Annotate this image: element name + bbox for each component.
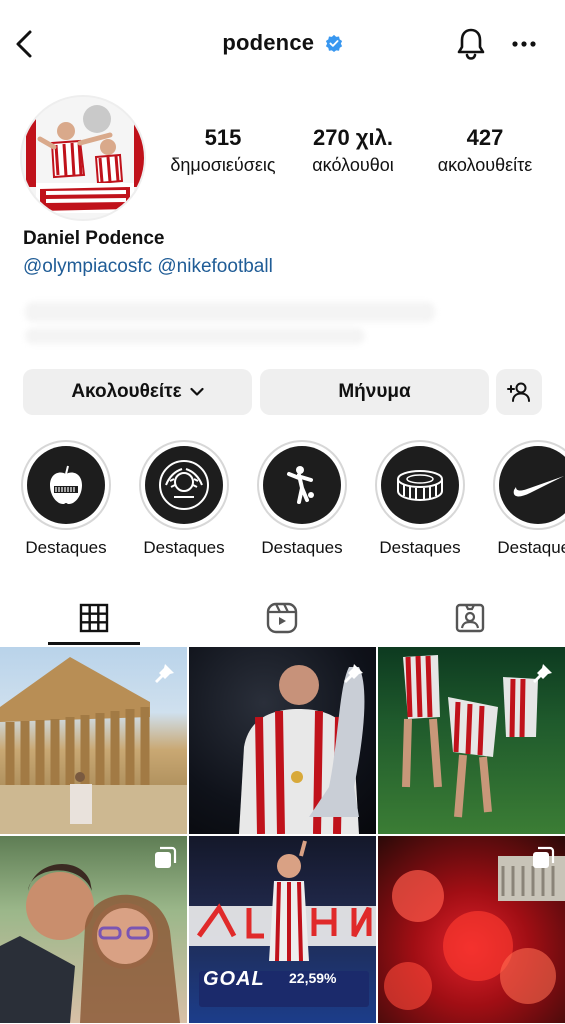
followers-stat[interactable]: 270 χιλ. ακόλουθοι [298,125,408,176]
highlight-ring [375,440,465,530]
following-count: 427 [466,125,504,150]
pin-icon [344,660,363,683]
carousel-icon [155,846,177,868]
post-thumbnail[interactable] [378,836,565,1023]
top-bar: podence [0,0,565,90]
highlight-label: Destaques [497,538,565,557]
chevron-down-icon [190,387,204,396]
post-thumbnail[interactable] [0,836,187,1023]
posts-count: 515 [204,125,242,150]
highlight-label: Destaques [25,538,107,557]
highlight-ring [139,440,229,530]
bell-icon[interactable] [455,26,487,62]
highlight-cover [27,446,105,524]
nike-swoosh-icon [513,476,564,497]
following-label: ακολουθείτε [437,155,533,175]
highlight-cover [145,446,223,524]
message-button[interactable]: Μήνυμα [260,369,489,415]
stadium-icon [397,470,443,502]
posts-label: δημοσιεύσεις [170,155,276,175]
highlight-label: Destaques [143,538,225,557]
blurred-bio-line [25,302,435,322]
highlight-ring [257,440,347,530]
add-person-button[interactable] [496,369,542,415]
pin-icon [155,660,174,683]
posts-stat[interactable]: 515 δημοσιεύσεις [160,125,286,176]
post-thumbnail[interactable] [0,647,187,834]
player-icon [287,466,314,504]
olympiacos-crest-icon [159,460,209,510]
more-icon[interactable] [510,30,538,58]
goal-percentage: 22,59% [289,970,337,986]
bio-link-olympiacosfc[interactable]: @olympiacosfc [23,256,152,277]
highlight-item[interactable]: Destaques [480,440,565,558]
highlight-item[interactable]: Destaques [244,440,360,558]
pin-icon [533,660,552,683]
posts-grid: GOAL 22,59% [0,647,565,1024]
message-button-label: Μήνυμα [338,381,411,402]
highlight-ring [493,440,565,530]
tagged-icon [455,603,485,633]
highlight-cover [263,446,341,524]
post-thumbnail[interactable]: GOAL 22,59% [189,836,376,1023]
following-button-label: Ακολουθείτε [71,381,182,402]
following-button[interactable]: Ακολουθείτε [23,369,252,415]
tab-tagged[interactable] [376,590,564,646]
profile-tabs [0,590,565,646]
tab-reels[interactable] [188,590,376,646]
username-title: podence [222,30,315,55]
grid-icon [79,603,109,633]
highlight-label: Destaques [379,538,461,557]
highlight-cover [499,446,565,524]
following-stat[interactable]: 427 ακολουθείτε [420,125,550,176]
add-person-icon [507,382,530,402]
post-thumbnail[interactable] [189,647,376,834]
bio-link-nikefootball[interactable]: @nikefootball [157,256,272,277]
highlight-item[interactable]: Destaques [362,440,478,558]
goal-label: GOAL [203,968,265,990]
bio-links: @olympiacosfc @nikefootball [23,256,273,278]
followers-count: 270 χιλ. [313,125,393,150]
followers-label: ακόλουθοι [312,155,394,175]
tab-active-indicator [48,642,140,645]
apple-icon [50,465,82,504]
highlight-ring [21,440,111,530]
highlight-label: Destaques [261,538,343,557]
avatar-image [22,97,144,219]
highlight-item[interactable]: Destaques [126,440,242,558]
profile-stats: 515 δημοσιεύσεις 270 χιλ. ακόλουθοι 427 … [160,125,550,185]
highlight-cover [381,446,459,524]
verified-badge-icon [325,34,342,52]
highlight-item[interactable]: Destaques [8,440,124,558]
tab-grid[interactable] [0,590,188,646]
post-thumbnail[interactable] [378,647,565,834]
carousel-icon [533,846,555,868]
avatar[interactable] [20,95,146,221]
reels-icon [266,602,298,634]
profile-name: Daniel Podence [23,228,165,249]
blurred-bio-line [25,328,365,344]
